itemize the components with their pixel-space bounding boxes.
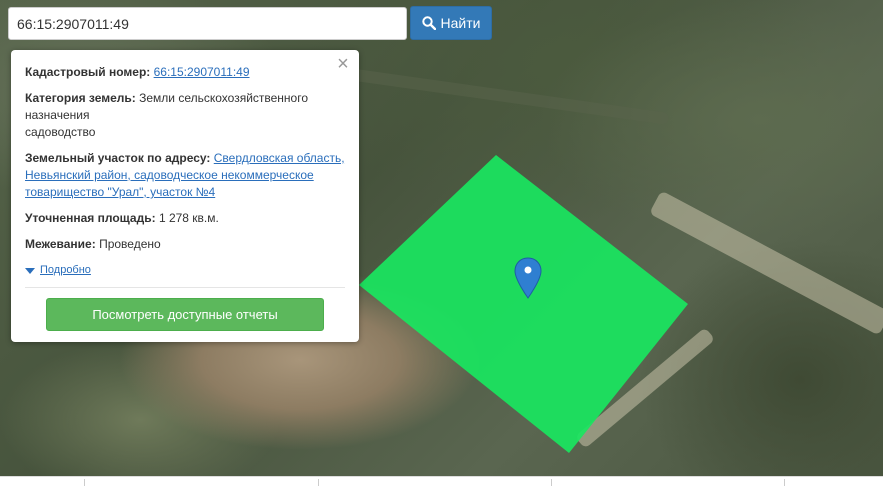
parcel-info-popup: × Кадастровый номер: 66:15:2907011:49 Ка… <box>11 50 359 342</box>
popup-divider <box>25 287 345 288</box>
survey-value: Проведено <box>99 237 161 251</box>
search-input-value: 66:15:2907011:49 <box>17 15 129 32</box>
details-link[interactable]: Подробно <box>40 262 91 279</box>
search-button[interactable]: Найти <box>410 6 492 40</box>
bottom-divider <box>318 479 319 486</box>
bottom-divider <box>551 479 552 486</box>
search-icon <box>421 16 436 30</box>
bottom-divider <box>784 479 785 486</box>
bottom-divider <box>84 479 85 486</box>
survey-label: Межевание: <box>25 237 96 251</box>
address-label: Земельный участок по адресу: <box>25 151 211 165</box>
area-row: Уточненная площадь: 1 278 кв.м. <box>25 210 345 227</box>
search-button-label: Найти <box>440 15 481 31</box>
search-input[interactable]: 66:15:2907011:49 <box>8 7 407 40</box>
view-reports-button[interactable]: Посмотреть доступные отчеты <box>46 298 324 331</box>
land-use-value: садоводство <box>25 125 96 139</box>
close-icon[interactable]: × <box>336 54 350 74</box>
cadastral-number-label: Кадастровый номер: <box>25 65 151 79</box>
cadastral-number-row: Кадастровый номер: 66:15:2907011:49 <box>25 64 345 81</box>
triangle-down-icon <box>25 267 35 274</box>
area-label: Уточненная площадь: <box>25 211 156 225</box>
cadastral-number-link[interactable]: 66:15:2907011:49 <box>154 65 250 79</box>
land-category-row: Категория земель: Земли сельскохозяйстве… <box>25 90 345 141</box>
details-toggle[interactable]: Подробно <box>25 262 345 279</box>
survey-row: Межевание: Проведено <box>25 236 345 253</box>
area-value: 1 278 кв.м. <box>158 211 219 225</box>
address-row: Земельный участок по адресу: Свердловска… <box>25 150 345 201</box>
land-parcel-polygon[interactable] <box>359 155 688 453</box>
map-bottom-strip <box>0 476 883 486</box>
land-category-label: Категория земель: <box>25 91 136 105</box>
